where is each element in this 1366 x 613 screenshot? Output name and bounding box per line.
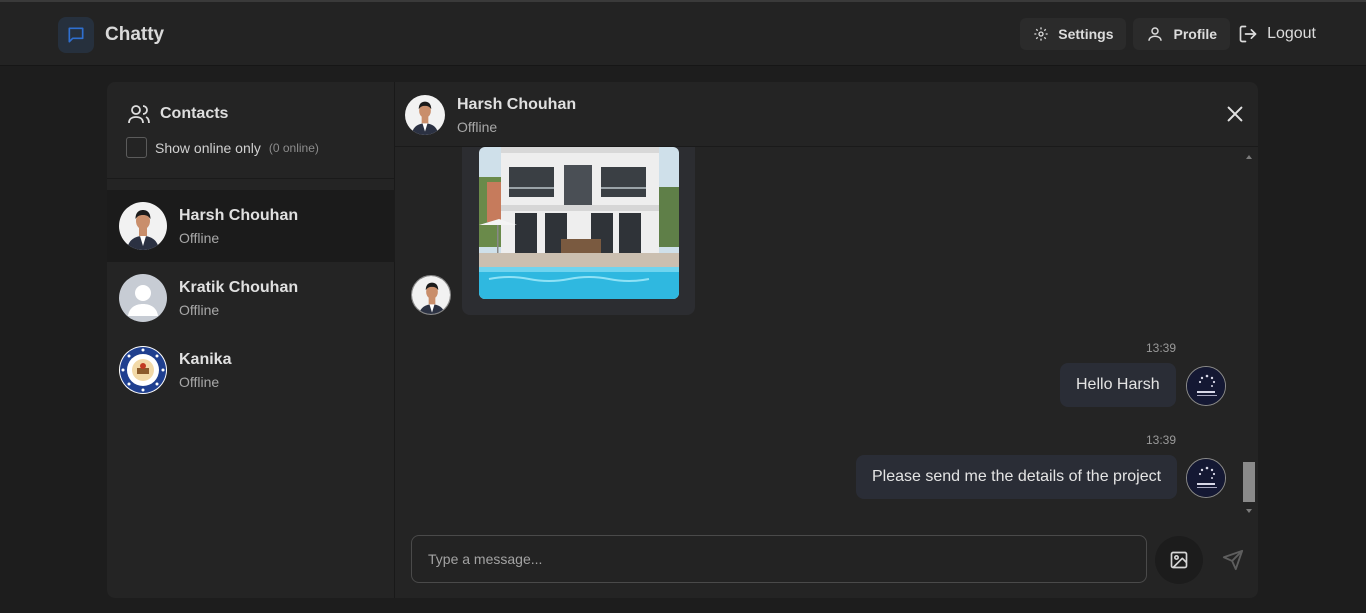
app-title: Chatty (105, 24, 165, 45)
close-icon (1227, 106, 1243, 122)
message-time: 13:39 (1146, 433, 1177, 447)
contact-status: Offline (179, 373, 220, 390)
sender-avatar (411, 275, 451, 315)
own-avatar (1186, 366, 1226, 406)
send-icon (1222, 549, 1244, 571)
contact-item[interactable]: Kanika Offline (107, 334, 395, 406)
image-message-bubble (462, 147, 695, 315)
emblem-avatar (119, 346, 167, 394)
online-count: (0 online) (268, 140, 319, 155)
contact-item[interactable]: Kratik Chouhan Offline (107, 262, 395, 334)
photo-avatar (119, 202, 167, 250)
logout-icon (1239, 25, 1257, 43)
contacts-sidebar: Contacts Show online only (0 online) Har… (107, 82, 395, 598)
contact-item[interactable]: Harsh Chouhan Offline (107, 190, 395, 262)
top-navbar: Chatty Settings Profile Logout (0, 0, 1366, 66)
message-text: Please send me the details of the projec… (872, 468, 1162, 485)
chat-contact-avatar (405, 95, 445, 135)
contact-status: Offline (179, 229, 220, 246)
attach-image-button[interactable] (1155, 536, 1203, 584)
default-avatar (119, 274, 167, 322)
user-icon (1148, 27, 1163, 41)
image-icon (1170, 551, 1188, 569)
own-avatar (1186, 458, 1226, 498)
house-pool-image[interactable] (479, 147, 679, 299)
contact-name: Kanika (179, 350, 232, 368)
users-icon (128, 105, 150, 124)
message-list: 13:39 Hello Harsh 13:39 Please send me t… (395, 147, 1258, 519)
chat-header: Harsh Chouhan Offline (395, 82, 1258, 147)
contact-status: Offline (179, 301, 220, 318)
contacts-heading: Contacts (160, 105, 229, 122)
message-input[interactable] (411, 535, 1147, 583)
chat-contact-status: Offline (457, 119, 498, 135)
message-time: 13:39 (1146, 341, 1177, 355)
chat-container: Contacts Show online only (0 online) Har… (107, 82, 1258, 598)
online-filter[interactable]: Show online only (0 online) (126, 137, 319, 158)
message-scrollbar[interactable] (1242, 153, 1256, 515)
top-nav: Settings Profile Logout (1013, 18, 1320, 50)
chat-bubble-icon (58, 17, 94, 53)
contact-name: Kratik Chouhan (179, 278, 299, 296)
sent-message-bubble: Hello Harsh (1060, 363, 1176, 407)
chat-contact-name: Harsh Chouhan (457, 96, 577, 113)
contact-list: Harsh Chouhan Offline Kratik Chouhan Off… (107, 190, 395, 406)
send-button[interactable] (1211, 536, 1255, 584)
gear-icon (1034, 27, 1048, 41)
profile-label: Profile (1173, 26, 1218, 42)
close-chat-button[interactable] (1224, 103, 1246, 125)
logout-label: Logout (1267, 25, 1316, 42)
logout-button[interactable]: Logout (1234, 18, 1320, 50)
sidebar-header: Contacts Show online only (0 online) (107, 82, 394, 179)
chat-panel: Harsh Chouhan Offline 13:39 Hello Harsh … (395, 82, 1258, 598)
online-only-label: Show online only (155, 139, 261, 156)
settings-label: Settings (1058, 26, 1114, 42)
profile-button[interactable]: Profile (1133, 18, 1231, 50)
online-only-checkbox[interactable] (126, 137, 147, 158)
message-text: Hello Harsh (1076, 376, 1160, 393)
brand[interactable]: Chatty (58, 17, 164, 53)
sent-message-bubble: Please send me the details of the projec… (856, 455, 1178, 499)
settings-button[interactable]: Settings (1020, 18, 1127, 50)
contact-name: Harsh Chouhan (179, 206, 299, 224)
sidebar-title: Contacts (127, 102, 228, 126)
